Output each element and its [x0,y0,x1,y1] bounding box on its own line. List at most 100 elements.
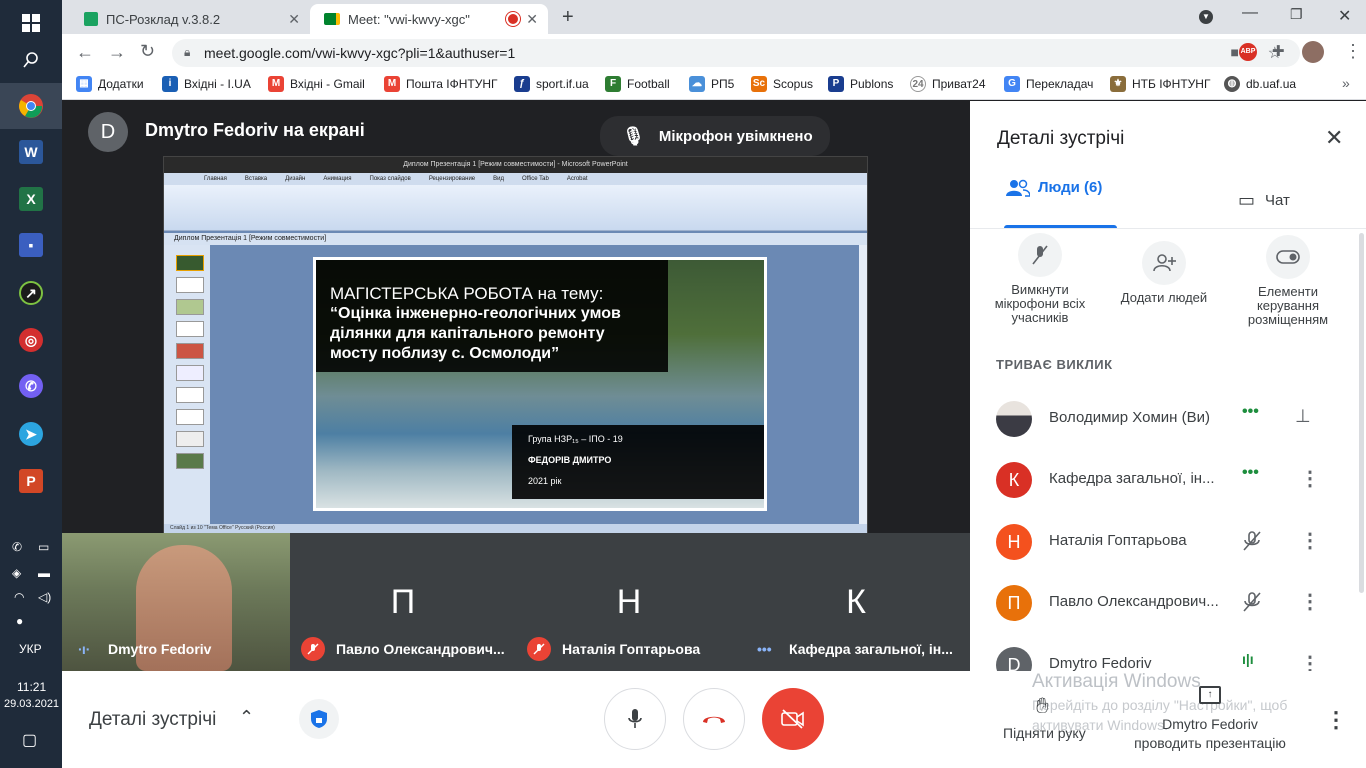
wifi-icon[interactable]: ◠ [14,590,24,604]
meeting-details-toggle[interactable]: Деталі зустрічі [89,709,216,731]
bookmark-ntb[interactable]: ⚜ НТБ ІФНТУНГ [1110,76,1210,92]
pin-icon[interactable]: ⊥ [1295,406,1311,427]
mic-off-icon [1018,233,1062,277]
close-tab-icon[interactable]: ✕ [288,11,300,28]
participant-row[interactable]: D Dmytro Fedoriv ı|ı ⋮ [970,635,1366,671]
clock-time[interactable]: 11:21 [17,680,46,694]
tab-meet[interactable]: Meet: "vwi-kwvy-xgc" ✕ [310,4,548,34]
tray-battery-icon[interactable]: ▬ [38,566,50,580]
tab-chat[interactable]: ▭ Чат [1238,191,1290,209]
tray-display-icon[interactable]: ▭ [38,540,49,554]
bookmark-rp5[interactable]: ☁ РП5 [689,76,734,92]
bookmark-publons[interactable]: P Publons [828,76,893,92]
camera-off-button[interactable] [762,688,824,750]
add-people-button[interactable]: Додати людей [1109,241,1219,305]
meeting-controls-right: Активація Windows Перейдіть до розділу "… [970,671,1366,768]
adblock-icon[interactable]: ABP [1239,43,1257,61]
ribbon-tab: Office Tab [522,176,549,182]
gmail-icon: M [384,76,400,92]
host-controls-shield-icon[interactable] [299,699,339,739]
participant-avatar: П [390,582,416,621]
participant-tile[interactable]: К ••• Кафедра загальної, ін... [743,533,970,671]
extensions-icon[interactable]: ✚ [1272,42,1285,60]
participant-tile[interactable]: Н Наталія Гоптарьова [516,533,743,671]
microphone-tray-icon[interactable]: ● [16,614,23,628]
chevron-up-icon[interactable]: ⌃ [239,707,254,728]
bookmark-mail[interactable]: M Пошта ІФНТУНГ [384,76,498,92]
bookmarks-overflow-icon[interactable]: » [1342,75,1350,91]
participant-tile[interactable]: ∙ı∙ Dmytro Fedoriv [62,533,290,671]
viber-icon[interactable]: ✆ [0,363,62,409]
forward-icon[interactable]: → [108,42,126,63]
participant-name: Наталія Гоптарьова [1049,532,1187,549]
participant-avatar: К [996,462,1032,498]
bookmark-apps[interactable]: ▦ Додатки [76,76,144,92]
bookmark-iua[interactable]: i Вхідні - I.UA [162,76,251,92]
mic-muted-icon [301,637,325,661]
slide-title-box: МАГІСТЕРСЬКА РОБОТА на тему: “Оцінка інж… [316,260,668,372]
shared-screen-powerpoint[interactable]: Диплом Презентація 1 [Режим совместимост… [163,156,868,533]
participant-name: Володимир Хомин (Ви) [1049,409,1210,426]
restore-icon[interactable]: ❐ [1290,6,1303,23]
slide-title-line: ділянки для капітального ремонту [330,325,605,342]
speaking-indicator-icon: ı|ı [1242,651,1254,667]
microphone-button[interactable] [604,688,666,750]
bookmark-translate[interactable]: G Перекладач [1004,76,1093,92]
clock-date[interactable]: 29.03.2021 [4,698,59,710]
presenting-status[interactable]: Dmytro Fedoriv проводить презентацію [1130,715,1290,753]
camera-app-icon[interactable]: ◎ [0,317,62,363]
bookmark-gmail[interactable]: M Вхідні - Gmail [268,76,365,92]
powerpoint-icon[interactable]: P [0,458,62,504]
green-app-icon[interactable]: ↗ [0,270,62,316]
participant-row[interactable]: Н Наталія Гоптарьова ⋮ [970,512,1366,572]
leave-call-button[interactable] [683,688,745,750]
tab-ps-rozklad[interactable]: ПС-Розклад v.3.8.2 ✕ [70,4,310,34]
profile-avatar[interactable] [1302,41,1324,63]
reload-icon[interactable]: ↻ [140,41,155,62]
raise-hand-icon[interactable]: ✋︎ [1036,693,1049,719]
panel-title: Деталі зустрічі [997,128,1125,149]
more-vert-icon[interactable]: ⋮ [1300,466,1320,491]
search-icon[interactable] [0,37,62,83]
language-indicator[interactable]: УКР [19,642,42,656]
ppt-scrollbar[interactable] [859,245,867,525]
chrome-taskbar-icon[interactable] [0,83,62,129]
close-tab-icon[interactable]: ✕ [526,11,538,28]
minimize-icon[interactable]: — [1242,4,1258,22]
save-disk-icon[interactable]: ▪ [0,222,62,268]
participant-row[interactable]: П Павло Олександрович... ⋮ [970,573,1366,633]
tray-viber-icon[interactable]: ✆ [12,540,22,554]
bookmark-privat24[interactable]: 24 Приват24 [910,76,986,92]
close-panel-icon[interactable]: ✕ [1325,125,1343,151]
participant-avatar: D [996,647,1032,671]
mute-all-button[interactable]: Вимкнути мікрофони всіх учасників [985,233,1095,325]
notifications-icon[interactable]: ▢ [22,730,37,750]
more-vert-icon[interactable]: ⋮ [1300,528,1320,553]
back-icon[interactable]: ← [76,42,94,63]
participant-row[interactable]: К Кафедра загальної, ін... ••• ⋮ [970,450,1366,510]
tray-security-icon[interactable]: ◈ [12,566,21,580]
tab-search-icon[interactable]: ▼ [1199,10,1213,24]
bookmark-dbuaf[interactable]: ◍ db.uaf.ua [1224,76,1296,92]
chrome-menu-icon[interactable]: ⋮ [1344,41,1362,62]
raise-hand-label[interactable]: Підняти руку [1003,725,1086,741]
more-options-icon[interactable]: ⋮ [1325,707,1347,733]
participant-tile[interactable]: П Павло Олександрович... [290,533,516,671]
more-vert-icon[interactable]: ⋮ [1300,651,1320,671]
volume-icon[interactable]: ◁) [38,590,51,604]
bookmark-sport[interactable]: ƒ sport.if.ua [514,76,589,92]
present-screen-icon[interactable]: ↑ [1199,686,1221,704]
more-vert-icon[interactable]: ⋮ [1300,589,1320,614]
excel-icon[interactable]: X [0,176,62,222]
bookmark-football[interactable]: F Football [605,76,670,92]
window-close-icon[interactable]: ✕ [1338,6,1351,26]
host-controls-button[interactable]: Елементи керування розміщенням [1233,235,1343,327]
url-input[interactable]: 🔒︎ meet.google.com/vwi-kwvy-xgc?pli=1&au… [172,39,1300,67]
new-tab-icon[interactable]: + [562,6,574,29]
bookmark-scopus[interactable]: Sc Scopus [751,76,813,92]
word-icon[interactable]: W [0,129,62,175]
telegram-icon[interactable]: ➤ [0,411,62,457]
panel-scrollbar[interactable] [1359,233,1364,593]
participant-row[interactable]: Володимир Хомин (Ви) ••• ⊥ [970,389,1366,449]
tab-people[interactable]: Люди (6) [1006,179,1116,229]
